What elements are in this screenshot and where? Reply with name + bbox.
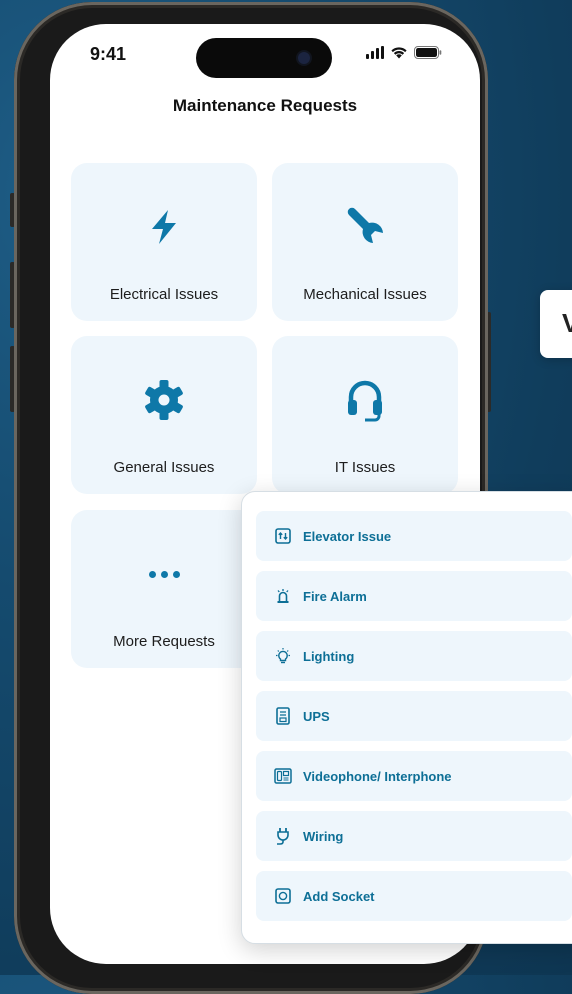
menu-item-label: Videophone/ Interphone [303, 768, 452, 784]
menu-item-label: Elevator Issue [303, 528, 392, 544]
tile-label: General Issues [113, 459, 215, 476]
page-title: Maintenance Requests [172, 96, 358, 115]
dynamic-island [196, 38, 332, 78]
plug-icon [277, 828, 289, 845]
socket-icon [275, 888, 291, 904]
siren-icon [277, 589, 289, 603]
partial-tooltip: V [540, 290, 572, 358]
tile-it-issues[interactable]: IT Issues [272, 336, 458, 494]
more-requests-menu: Elevator Issue Fire Alarm Lighting UPS V… [241, 491, 572, 944]
menu-item-wiring[interactable]: Wiring [256, 811, 572, 861]
menu-item-label: Wiring [303, 828, 344, 844]
ups-icon [276, 707, 290, 725]
elevator-icon [275, 528, 291, 544]
wifi-icon [391, 47, 407, 59]
tile-general-issues[interactable]: General Issues [71, 336, 257, 494]
tooltip-text: V [562, 308, 572, 338]
menu-item-elevator-issue[interactable]: Elevator Issue [256, 511, 572, 561]
more-dots-icon [148, 570, 180, 578]
bolt-icon [152, 210, 176, 244]
menu-item-videophone-interphone[interactable]: Videophone/ Interphone [256, 751, 572, 801]
menu-item-label: Lighting [303, 648, 355, 664]
menu-item-add-socket[interactable]: Add Socket [256, 871, 572, 921]
menu-item-ups[interactable]: UPS [256, 691, 572, 741]
menu-item-label: Fire Alarm [303, 588, 367, 604]
menu-item-lighting[interactable]: Lighting [256, 631, 572, 681]
menu-item-fire-alarm[interactable]: Fire Alarm [256, 571, 572, 621]
lightbulb-icon [276, 648, 290, 664]
interphone-icon [274, 768, 292, 784]
tile-label: More Requests [113, 633, 215, 650]
camera-icon [298, 52, 310, 64]
menu-item-label: Add Socket [303, 888, 375, 904]
headset-icon [348, 380, 382, 422]
gear-icon [145, 380, 183, 420]
tile-label: Mechanical Issues [303, 286, 427, 303]
menu-item-label: UPS [303, 708, 330, 724]
tile-electrical-issues[interactable]: Electrical Issues [71, 163, 257, 321]
wrench-icon [347, 207, 383, 243]
battery-icon [414, 46, 442, 59]
tile-more-requests[interactable]: More Requests [71, 510, 257, 668]
tile-mechanical-issues[interactable]: Mechanical Issues [272, 163, 458, 321]
tile-label: IT Issues [334, 459, 396, 476]
signal-icon [366, 46, 384, 59]
tile-label: Electrical Issues [109, 286, 219, 303]
status-icons [366, 46, 442, 59]
status-time: 9:41 [90, 44, 127, 64]
